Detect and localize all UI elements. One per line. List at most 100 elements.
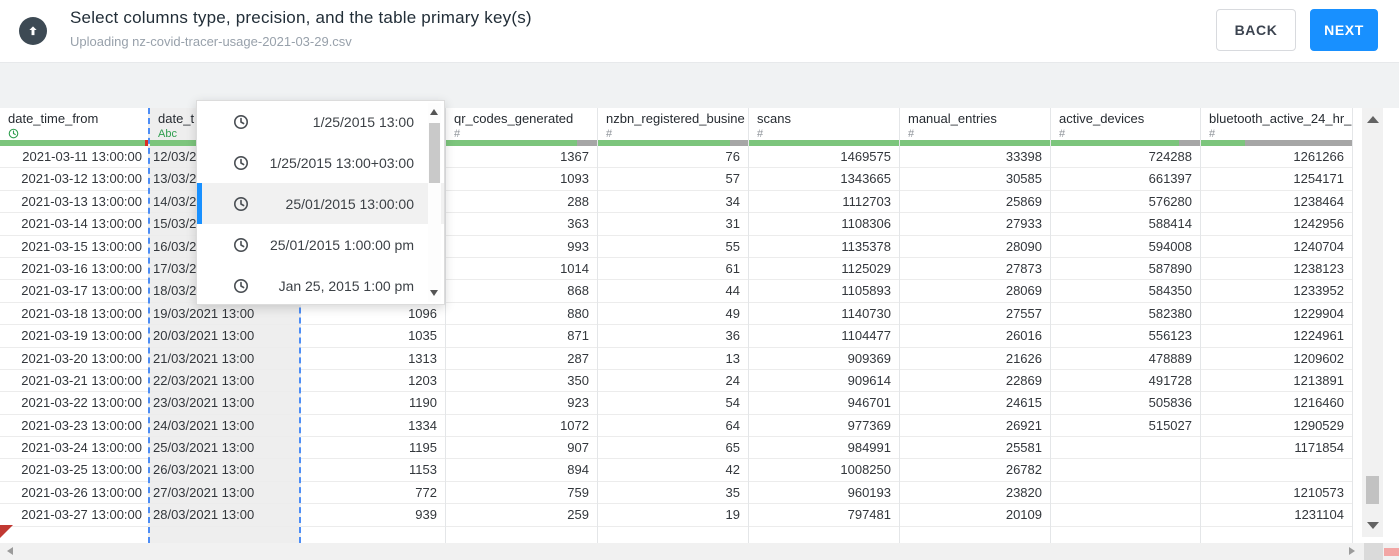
table-cell: 288	[446, 191, 597, 214]
column-manual_entries[interactable]: manual_entries #33398 30585 25869 27933 28090…	[900, 108, 1051, 543]
clock-icon	[234, 196, 248, 211]
table-cell: 1290529	[1201, 415, 1352, 438]
column-date_time_from[interactable]: date_time_from 2021-03-11 13:00:00 2021-03…	[0, 108, 150, 543]
scroll-left-arrow[interactable]	[7, 547, 13, 555]
table-cell: 1153	[299, 459, 445, 482]
horizontal-scroll-thumb[interactable]	[1384, 548, 1399, 556]
table-cell: 24615	[900, 392, 1050, 415]
dropdown-option-2[interactable]: 25/01/2015 13:00:00	[197, 183, 444, 224]
column-header-label: manual_entries	[908, 111, 997, 126]
table-cell: 27/03/2021 13:00	[150, 482, 299, 505]
vertical-scroll-thumb[interactable]	[1366, 476, 1379, 504]
dropdown-option-1[interactable]: 1/25/2015 13:00+03:00	[197, 142, 444, 183]
table-cell: 2021-03-20 13:00:00	[0, 348, 149, 370]
dropdown-scroll-down-arrow[interactable]	[430, 290, 438, 296]
table-cell: 1240704	[1201, 236, 1352, 258]
table-cell: 21/03/2021 13:00	[150, 348, 299, 370]
table-cell: 1008250	[749, 459, 899, 482]
upload-icon	[19, 17, 47, 45]
table-cell: 19	[598, 504, 748, 527]
table-cell: 556123	[1051, 325, 1200, 348]
table-cell: 363	[446, 213, 597, 236]
table-cell: 2021-03-23 13:00:00	[0, 415, 149, 438]
dropdown-scroll-up-arrow[interactable]	[430, 109, 438, 115]
table-cell: 28/03/2021 13:00	[150, 504, 299, 527]
table-cell: 2021-03-17 13:00:00	[0, 280, 149, 303]
datetime-format-dropdown: 1/25/2015 13:00 1/25/2015 13:00+03:00 25/0…	[196, 100, 445, 305]
table-cell: 1334	[299, 415, 445, 438]
back-button[interactable]: BACK	[1216, 9, 1296, 51]
table-cell: 25581	[900, 437, 1050, 460]
table-cell: 1014	[446, 258, 597, 281]
vertical-scrollbar[interactable]	[1362, 108, 1383, 537]
text-type-glyph: Abc	[158, 128, 177, 140]
table-cell: 55	[598, 236, 748, 258]
dropdown-option-3[interactable]: 25/01/2015 1:00:00 pm	[197, 224, 444, 265]
column-nzbn_registered_busine[interactable]: nzbn_registered_busine #76 57 34 31 55 61 44 49 3…	[598, 108, 749, 543]
dropdown-scrollbar[interactable]	[428, 103, 441, 302]
table-cell: 880	[446, 303, 597, 326]
table-cell: 661397	[1051, 168, 1200, 191]
dropdown-option-label: 25/01/2015 1:00:00 pm	[269, 236, 414, 253]
column-active_devices[interactable]: active_devices #724288 661397 576280 588414 5…	[1051, 108, 1201, 543]
horizontal-scrollbar[interactable]	[0, 543, 1399, 560]
dropdown-options: 1/25/2015 13:00 1/25/2015 13:00+03:00 25/0…	[197, 101, 444, 306]
table-cell: 505836	[1051, 392, 1200, 415]
table-cell	[1201, 459, 1352, 482]
table-cell: 1195	[299, 437, 445, 460]
table-cell: 1140730	[749, 303, 899, 326]
table-cell: 27933	[900, 213, 1050, 236]
table-cell: 23/03/2021 13:00	[150, 392, 299, 415]
page-title: Select columns type, precision, and the …	[70, 8, 532, 27]
clock-icon	[8, 128, 19, 139]
dropdown-scroll-thumb[interactable]	[429, 123, 440, 183]
dropdown-option-label: Jan 25, 2015 1:00 pm	[278, 277, 414, 294]
table-cell: 31	[598, 213, 748, 236]
table-cell: 26921	[900, 415, 1050, 438]
table-cell: 1209602	[1201, 348, 1352, 370]
table-cell: 35	[598, 482, 748, 505]
table-cell: 772	[299, 482, 445, 505]
table-cell: 30585	[900, 168, 1050, 191]
dropdown-option-label: 1/25/2015 13:00+03:00	[269, 154, 414, 171]
table-cell: 28069	[900, 280, 1050, 303]
wizard-header: Select columns type, precision, and the …	[0, 0, 1399, 62]
table-cell: 2021-03-13 13:00:00	[0, 191, 149, 214]
row-overflow-marker	[0, 525, 13, 538]
column-bluetooth_active_24_hr_[interactable]: bluetooth_active_24_hr_ #1261266 1254171 12…	[1201, 108, 1353, 543]
table-cell: 2021-03-22 13:00:00	[0, 392, 149, 415]
table-cell: 894	[446, 459, 597, 482]
table-cell: 491728	[1051, 370, 1200, 393]
table-cell: 1108306	[749, 213, 899, 236]
column-type-indicator	[0, 128, 149, 140]
dropdown-option-0[interactable]: 1/25/2015 13:00	[197, 101, 444, 142]
scroll-right-arrow[interactable]	[1349, 547, 1355, 555]
dropdown-option-label: 25/01/2015 13:00:00	[285, 195, 414, 212]
table-cell: 1224961	[1201, 325, 1352, 348]
table-cell: 22869	[900, 370, 1050, 393]
table-cell: 259	[446, 504, 597, 527]
table-cell: 2021-03-25 13:00:00	[0, 459, 149, 482]
column-scans[interactable]: scans #1469575 1343665 1112703 1108306 113537…	[749, 108, 900, 543]
dropdown-option-4[interactable]: Jan 25, 2015 1:00 pm	[197, 265, 444, 306]
table-cell: 515027	[1051, 415, 1200, 438]
clock-icon	[234, 114, 248, 129]
table-cell: 2021-03-24 13:00:00	[0, 437, 149, 460]
column-qr_codes_generated[interactable]: qr_codes_generated #1367 1093 288 363 993 1014…	[446, 108, 598, 543]
column-header-label: date_time_from	[8, 111, 99, 126]
next-button[interactable]: NEXT	[1310, 9, 1378, 51]
table-cell: 977369	[749, 415, 899, 438]
table-cell: 20/03/2021 13:00	[150, 325, 299, 348]
upload-status-text: Uploading nz-covid-tracer-usage-2021-03-…	[70, 34, 352, 49]
table-cell: 2021-03-12 13:00:00	[0, 168, 149, 191]
scroll-down-arrow[interactable]	[1366, 522, 1379, 529]
scroll-up-arrow[interactable]	[1366, 116, 1379, 123]
table-cell: 1213891	[1201, 370, 1352, 393]
table-cell: 1216460	[1201, 392, 1352, 415]
table-cell: 42	[598, 459, 748, 482]
table-cell	[1051, 482, 1200, 505]
table-cell: 984991	[749, 437, 899, 460]
table-cell: 1105893	[749, 280, 899, 303]
table-cell: 907	[446, 437, 597, 460]
table-cell: 993	[446, 236, 597, 258]
